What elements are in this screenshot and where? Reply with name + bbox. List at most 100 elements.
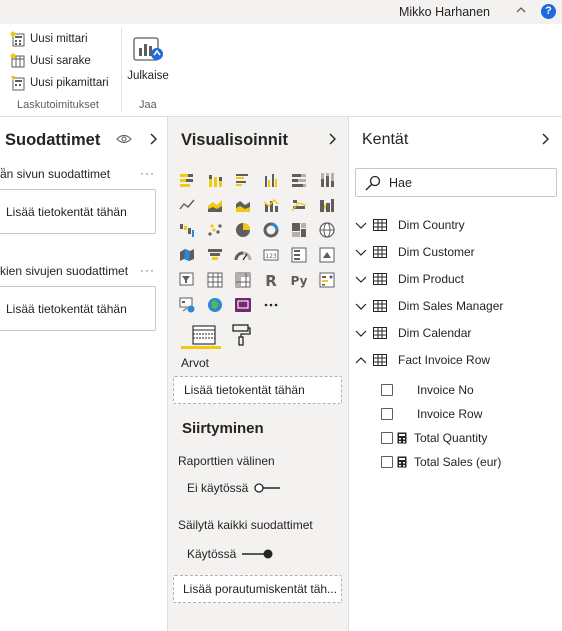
field-name: Total Quantity	[414, 431, 488, 445]
keep-filters-label: Säilytä kaikki suodattimet	[178, 518, 313, 532]
chevron-down-icon[interactable]	[355, 273, 367, 285]
table-icon	[373, 300, 387, 312]
search-input[interactable]: Hae	[389, 176, 412, 190]
field-checkbox[interactable]	[381, 408, 393, 420]
clustered-column-icon[interactable]	[262, 171, 280, 189]
quick-measure-button[interactable]: Uusi pikamittari	[10, 73, 109, 93]
calculations-group-label: Laskutoimitukset	[17, 99, 99, 111]
page-filters-dropzone[interactable]: Lisää tietokentät tähän	[0, 189, 156, 234]
slicer-icon[interactable]	[178, 271, 196, 289]
table-row[interactable]: Dim Sales Manager	[355, 296, 503, 316]
table-row[interactable]: Dim Country	[355, 215, 465, 235]
python-visual-icon[interactable]: Py	[290, 271, 308, 289]
clustered-bar-icon[interactable]	[234, 171, 252, 189]
gauge-icon[interactable]	[234, 246, 252, 264]
chevron-down-icon[interactable]	[355, 219, 367, 231]
waterfall-icon[interactable]	[178, 221, 196, 239]
field-checkbox[interactable]	[381, 456, 393, 468]
table-name: Dim Calendar	[398, 326, 472, 340]
table-icon	[373, 219, 387, 231]
help-icon[interactable]: ?	[541, 4, 556, 19]
keep-filters-toggle[interactable]: Käytössä	[187, 547, 274, 561]
key-influencers-icon[interactable]	[318, 271, 336, 289]
filled-map-icon[interactable]	[178, 246, 196, 264]
card-icon[interactable]: 123	[262, 246, 280, 264]
scatter-icon[interactable]	[206, 221, 224, 239]
svg-text:Py: Py	[291, 274, 308, 288]
new-column-button[interactable]: Uusi sarake	[10, 51, 91, 71]
drillthrough-dropzone[interactable]: Lisää porautumiskentät täh...	[173, 575, 342, 603]
chevron-up-icon[interactable]	[355, 354, 367, 366]
values-dropzone[interactable]: Lisää tietokentät tähän	[173, 376, 342, 404]
field-row[interactable]: Total Quantity	[381, 428, 487, 448]
page-filters-drop-text: Lisää tietokentät tähän	[6, 204, 127, 219]
field-row[interactable]: Total Sales (eur)	[381, 452, 501, 472]
svg-text:R: R	[265, 272, 277, 289]
user-name[interactable]: Mikko Harhanen	[399, 5, 490, 19]
table-name: Fact Invoice Row	[398, 353, 491, 367]
collapse-fields-icon[interactable]	[540, 131, 552, 147]
field-row[interactable]: Invoice Row	[381, 404, 482, 424]
stacked-column-icon[interactable]	[206, 171, 224, 189]
chevron-down-icon[interactable]	[355, 327, 367, 339]
table-row[interactable]: Dim Calendar	[355, 323, 471, 343]
field-row[interactable]: Invoice No	[381, 380, 474, 400]
100-bar-icon[interactable]	[290, 171, 308, 189]
collapse-visualizations-icon[interactable]	[327, 131, 339, 147]
eye-icon[interactable]	[116, 133, 132, 145]
keep-filters-state: Käytössä	[187, 547, 237, 561]
line-chart-icon[interactable]	[178, 196, 196, 214]
all-pages-drop-text: Lisää tietokentät tähän	[6, 301, 127, 316]
treemap-icon[interactable]	[290, 221, 308, 239]
area-chart-icon[interactable]	[206, 196, 224, 214]
filters-pane: Suodattimet ä̈n sivun suodattimet ··· Li…	[0, 117, 168, 631]
page-filters-more-icon[interactable]: ···	[140, 166, 155, 180]
format-paint-roller-icon[interactable]	[230, 323, 252, 347]
power-apps-icon[interactable]	[234, 296, 252, 314]
ribbon-chart-icon[interactable]	[318, 196, 336, 214]
line-clustered-icon[interactable]	[290, 196, 308, 214]
donut-icon[interactable]	[262, 221, 280, 239]
stacked-bar-icon[interactable]	[178, 171, 196, 189]
fields-search[interactable]: Hae	[355, 168, 557, 197]
field-checkbox[interactable]	[381, 384, 393, 396]
field-checkbox[interactable]	[381, 432, 393, 444]
toggle-off-icon	[254, 483, 281, 493]
stacked-area-icon[interactable]	[234, 196, 252, 214]
matrix-icon[interactable]	[234, 271, 252, 289]
toggle-on-icon	[242, 549, 273, 559]
new-column-icon	[10, 53, 25, 68]
collapse-ribbon-icon[interactable]	[514, 3, 528, 17]
kpi-icon[interactable]	[318, 246, 336, 264]
new-measure-icon	[10, 31, 25, 47]
table-icon	[373, 327, 387, 339]
r-visual-icon[interactable]: R	[262, 271, 280, 290]
multirow-card-icon[interactable]	[290, 246, 308, 264]
cross-report-toggle[interactable]: Ei käytössä	[187, 481, 281, 495]
cross-report-label: Raporttien välinen	[178, 454, 275, 468]
decomposition-tree-icon[interactable]	[178, 296, 196, 314]
ribbon-divider	[121, 28, 122, 112]
all-pages-filters-dropzone[interactable]: Lisää tietokentät tähän	[0, 286, 156, 331]
more-visuals-icon[interactable]	[262, 296, 280, 314]
table-row[interactable]: Dim Product	[355, 269, 464, 289]
map-icon[interactable]	[318, 221, 336, 239]
table-icon[interactable]	[206, 271, 224, 289]
funnel-icon[interactable]	[206, 246, 224, 264]
publish-button[interactable]: Julkaise	[126, 32, 170, 82]
collapse-filters-icon[interactable]	[148, 131, 160, 147]
new-measure-button[interactable]: Uusi mittari	[10, 29, 88, 49]
values-label: Arvot	[181, 356, 210, 370]
100-column-icon[interactable]	[318, 171, 336, 189]
line-column-icon[interactable]	[262, 196, 280, 214]
ribbon: Uusi mittari Uusi sarake Uusi pikamittar…	[0, 24, 562, 117]
drillthrough-drop-text: Lisää porautumiskentät täh...	[183, 582, 338, 596]
arcgis-icon[interactable]	[206, 296, 224, 314]
pie-icon[interactable]	[234, 221, 252, 239]
all-pages-more-icon[interactable]: ···	[140, 263, 155, 277]
page-filters-label: ä̈n sivun suodattimet	[0, 167, 111, 181]
chevron-down-icon[interactable]	[355, 300, 367, 312]
chevron-down-icon[interactable]	[355, 246, 367, 258]
table-row[interactable]: Dim Customer	[355, 242, 475, 262]
table-row[interactable]: Fact Invoice Row	[355, 350, 490, 370]
